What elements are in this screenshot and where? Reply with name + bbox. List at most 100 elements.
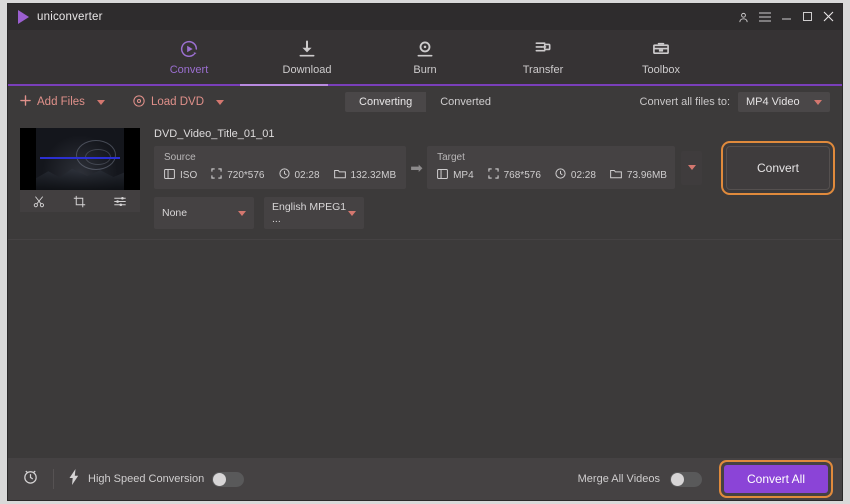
target-panel: Target MP4 768*576 02:28 73.96MB <box>427 146 676 189</box>
plus-icon <box>20 95 31 109</box>
target-duration-value: 02:28 <box>570 169 596 181</box>
audio-chevron-down-icon <box>348 210 356 216</box>
effect-icon[interactable] <box>113 195 127 208</box>
tab-convert[interactable]: Convert <box>150 38 228 76</box>
target-title: Target <box>437 152 465 163</box>
menu-icon[interactable] <box>759 12 771 22</box>
high-speed-toggle[interactable] <box>212 471 245 487</box>
thumbnail-image <box>36 128 124 190</box>
maximize-button[interactable] <box>802 11 813 24</box>
thumbnail-block <box>20 128 140 229</box>
convert-button-area: Convert <box>716 128 830 229</box>
burn-disc-icon <box>415 38 435 60</box>
format-icon <box>437 168 448 182</box>
add-files-button[interactable]: Add Files <box>20 95 105 109</box>
conversion-arrow-icon: ➡ <box>410 159 423 177</box>
convert-all-button[interactable]: Convert All <box>724 465 828 493</box>
target-resolution-value: 768*576 <box>503 169 541 181</box>
merge-toggle-knob <box>671 472 684 486</box>
bottom-divider <box>53 469 54 489</box>
window-controls <box>738 11 834 24</box>
source-meta: ISO 720*576 02:28 132.32MB <box>164 168 396 182</box>
load-dvd-chevron-down-icon[interactable] <box>216 99 224 105</box>
tab-burn[interactable]: Burn <box>386 38 464 76</box>
subtitle-value: None <box>162 207 188 219</box>
load-dvd-label: Load DVD <box>150 96 204 108</box>
file-list: DVD_Video_Title_01_01 Source ISO 720*576 <box>8 118 842 239</box>
thumbnail-mountains <box>36 168 124 190</box>
app-title: uniconverter <box>37 11 103 23</box>
source-size: 132.32MB <box>333 169 397 182</box>
target-settings-button[interactable] <box>681 150 702 185</box>
disc-icon <box>133 94 145 110</box>
lightning-bolt-icon <box>68 468 80 490</box>
file-list-item[interactable]: DVD_Video_Title_01_01 Source ISO 720*576 <box>20 128 830 229</box>
add-files-label: Add Files <box>37 96 85 108</box>
tab-convert-label: Convert <box>169 64 209 76</box>
high-speed-label: High Speed Conversion <box>88 473 205 485</box>
thumbnail-blue-line <box>40 157 120 159</box>
add-files-chevron-down-icon[interactable] <box>96 99 105 105</box>
segment-converted[interactable]: Converted <box>426 92 505 112</box>
status-segmented-control: Converting Converted <box>345 92 505 112</box>
alarm-clock-icon[interactable] <box>22 468 39 490</box>
audio-track-select[interactable]: English MPEG1 ... <box>264 197 364 229</box>
empty-file-area <box>8 239 842 458</box>
toolbox-icon <box>651 38 671 60</box>
format-icon <box>164 168 175 182</box>
folder-icon <box>333 169 346 182</box>
transfer-device-icon <box>533 38 553 60</box>
source-format: ISO <box>164 168 198 182</box>
target-size-value: 73.96MB <box>626 169 667 181</box>
high-speed-group: High Speed Conversion <box>68 468 245 490</box>
file-name: DVD_Video_Title_01_01 <box>154 128 275 140</box>
tab-toolbox[interactable]: Toolbox <box>622 38 700 76</box>
subtitle-select[interactable]: None <box>154 197 254 229</box>
video-thumbnail[interactable] <box>20 128 140 190</box>
source-target-row: Source ISO 720*576 02:28 132.32MB ➡ Targ… <box>154 146 702 189</box>
merge-all-videos-toggle[interactable] <box>670 471 702 487</box>
action-toolbar: Add Files Load DVD Converting Converted … <box>8 86 842 118</box>
convert-all-format-select[interactable]: MP4 Video <box>738 92 830 112</box>
source-panel: Source ISO 720*576 02:28 132.32MB <box>154 146 407 189</box>
target-meta: MP4 768*576 02:28 73.96MB <box>437 168 667 182</box>
clock-icon <box>278 168 290 182</box>
thumbnail-action-bar <box>20 190 140 212</box>
track-selectors: None English MPEG1 ... <box>154 197 702 229</box>
trim-icon[interactable] <box>33 195 46 208</box>
subtitle-chevron-down-icon <box>238 210 246 216</box>
resolution-icon <box>211 168 222 182</box>
tab-download-label: Download <box>282 64 332 76</box>
close-button[interactable] <box>823 11 834 24</box>
minimize-button[interactable] <box>781 11 792 24</box>
tab-toolbox-label: Toolbox <box>642 64 680 76</box>
file-details: DVD_Video_Title_01_01 Source ISO 720*576 <box>154 128 702 229</box>
source-size-value: 132.32MB <box>350 169 397 181</box>
app-logo-icon <box>18 10 29 24</box>
download-arrow-icon <box>297 38 317 60</box>
clock-icon <box>555 168 566 182</box>
application-window: uniconverter Convert Download Burn Trans… <box>8 4 842 500</box>
main-navigation: Convert Download Burn Transfer Toolbox <box>8 30 842 84</box>
target-duration: 02:28 <box>555 168 596 182</box>
account-icon[interactable] <box>738 12 749 23</box>
resolution-icon <box>487 168 499 182</box>
segment-converting[interactable]: Converting <box>345 92 427 112</box>
bottom-bar: High Speed Conversion Merge All Videos C… <box>8 458 842 500</box>
crop-icon[interactable] <box>73 195 86 208</box>
convert-button[interactable]: Convert <box>726 146 830 190</box>
source-format-value: ISO <box>180 169 198 181</box>
target-resolution: 768*576 <box>487 168 541 182</box>
source-resolution: 720*576 <box>211 168 265 182</box>
load-dvd-button[interactable]: Load DVD <box>133 94 224 110</box>
folder-icon <box>610 169 622 182</box>
convert-all-format-value: MP4 Video <box>746 96 800 108</box>
source-title: Source <box>164 152 196 163</box>
target-format: MP4 <box>437 168 474 182</box>
audio-track-value: English MPEG1 ... <box>272 201 347 225</box>
tab-transfer[interactable]: Transfer <box>504 38 582 76</box>
format-chevron-down-icon <box>814 99 822 105</box>
target-format-value: MP4 <box>453 169 474 181</box>
tab-download[interactable]: Download <box>268 38 346 76</box>
source-duration: 02:28 <box>278 168 320 182</box>
